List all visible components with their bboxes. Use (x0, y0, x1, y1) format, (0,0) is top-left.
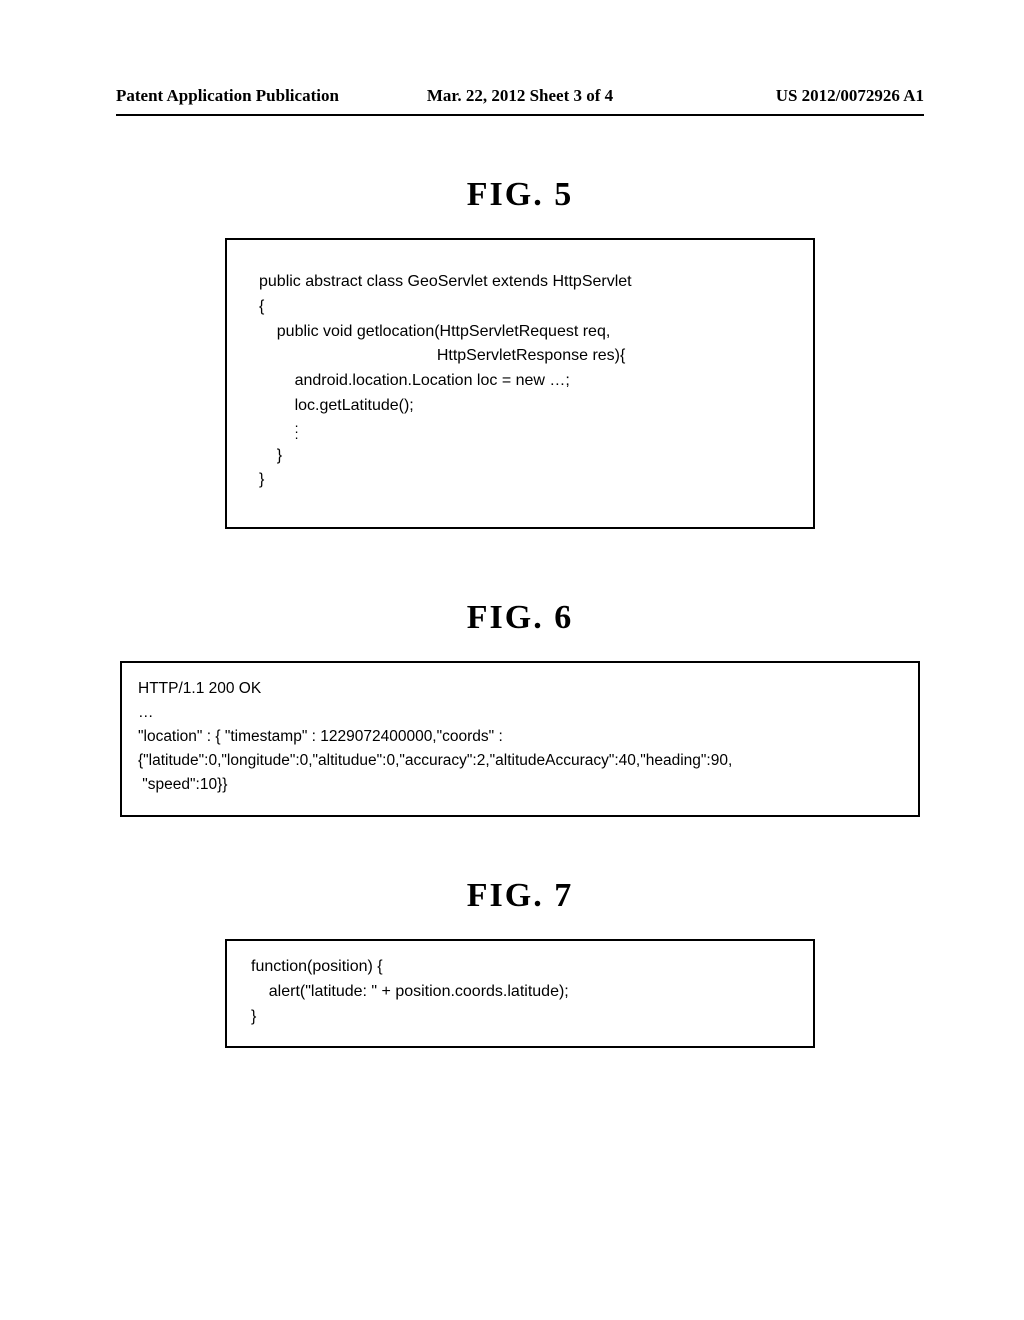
header-right: US 2012/0072926 A1 (655, 86, 924, 106)
code-line: {"latitude":0,"longitude":0,"altitudue":… (138, 752, 732, 769)
code-line: android.location.Location loc = new …; (259, 372, 570, 389)
figure-7-code-box: function(position) { alert("latitude: " … (225, 939, 815, 1047)
figure-7-label: FIG. 7 (116, 877, 924, 915)
header-left: Patent Application Publication (116, 86, 385, 106)
code-line: … (138, 704, 154, 721)
code-line: loc.getLatitude(); (259, 397, 414, 414)
figure-5-label: FIG. 5 (116, 176, 924, 214)
code-line: public abstract class GeoServlet extends… (259, 273, 632, 290)
code-line: "speed":10}} (138, 776, 227, 793)
vertical-ellipsis-icon: ... (295, 419, 299, 438)
page-header: Patent Application Publication Mar. 22, … (116, 86, 924, 106)
code-line: alert("latitude: " + position.coords.lat… (251, 983, 569, 1000)
code-line: } (259, 447, 282, 464)
code-line (259, 422, 295, 439)
header-middle: Mar. 22, 2012 Sheet 3 of 4 (385, 86, 654, 106)
code-line: public void getlocation(HttpServletReque… (259, 323, 610, 340)
code-line: "location" : { "timestamp" : 12290724000… (138, 728, 503, 745)
code-line: HttpServletResponse res){ (259, 347, 625, 364)
code-line: { (259, 298, 264, 315)
code-line: } (259, 471, 264, 488)
patent-page: Patent Application Publication Mar. 22, … (0, 0, 1024, 1320)
code-line: } (251, 1008, 256, 1025)
figure-6-code-box: HTTP/1.1 200 OK … "location" : { "timest… (120, 661, 920, 817)
header-rule (116, 114, 924, 116)
figure-5-code-box: public abstract class GeoServlet extends… (225, 238, 815, 529)
figure-6-label: FIG. 6 (116, 599, 924, 637)
code-line: function(position) { (251, 958, 383, 975)
code-line: HTTP/1.1 200 OK (138, 680, 261, 697)
